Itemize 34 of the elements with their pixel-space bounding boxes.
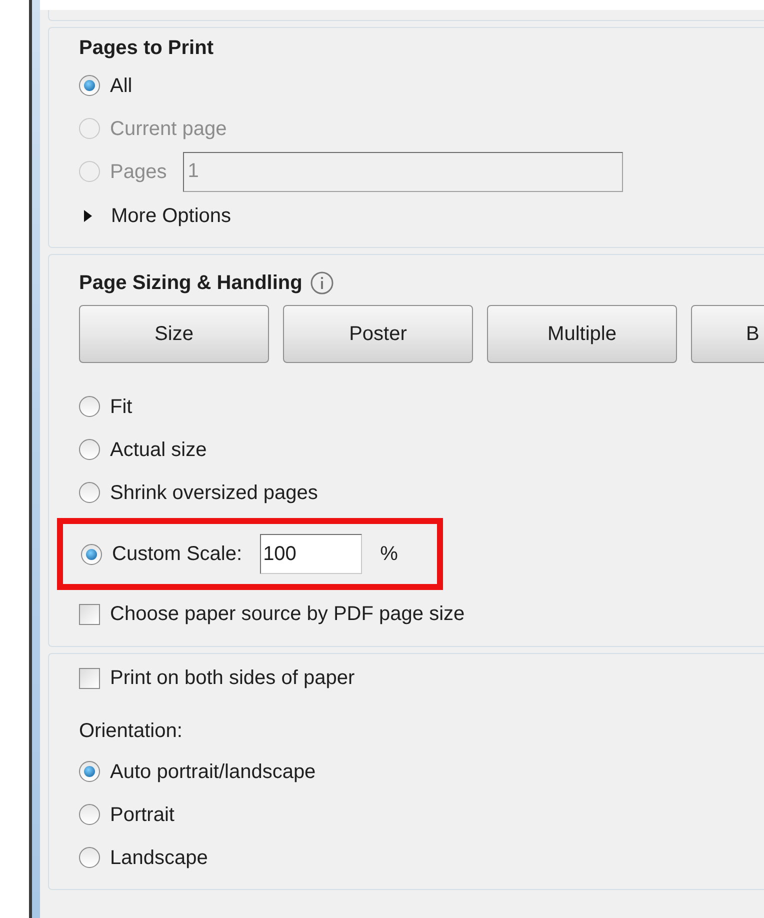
option-label: Auto portrait/landscape (110, 760, 316, 784)
radio-button[interactable] (79, 75, 100, 96)
radio-button[interactable] (81, 544, 102, 564)
tab-button[interactable]: Poster (283, 305, 473, 363)
tab-button[interactable]: Size (79, 305, 269, 363)
option-label: Landscape (110, 846, 208, 870)
radio-button[interactable] (79, 804, 100, 825)
option-label: Custom Scale: (112, 542, 242, 567)
option-label: Print on both sides of paper (110, 666, 355, 691)
unit-label: % (380, 542, 398, 567)
tab-button[interactable]: Multiple (487, 305, 677, 363)
radio-button[interactable] (79, 482, 100, 503)
more-options-link[interactable]: More Options (111, 201, 232, 231)
option-label: Pages (110, 160, 167, 184)
radio-button[interactable] (79, 847, 100, 868)
radio-button[interactable] (79, 396, 100, 417)
option-label: Current page (110, 116, 227, 142)
section-title: Pages to Print (79, 36, 214, 61)
tab-button[interactable]: B (691, 305, 764, 363)
radio-button[interactable] (79, 761, 100, 782)
section-title: Page Sizing & Handling (79, 271, 302, 296)
option-label: Actual size (110, 438, 207, 462)
checkbox[interactable] (79, 668, 100, 688)
option-label: Shrink oversized pages (110, 480, 318, 506)
scale-field[interactable]: 100 (260, 534, 362, 574)
option-label: Portrait (110, 802, 174, 828)
option-label: All (110, 74, 132, 98)
section-title: Orientation: (79, 719, 184, 744)
checkbox[interactable] (79, 604, 100, 624)
option-label: Choose paper source by PDF page size (110, 602, 465, 627)
caret-right-icon[interactable] (83, 209, 93, 223)
option-label: Fit (110, 394, 132, 420)
info-icon[interactable] (310, 271, 334, 295)
radio-button[interactable] (79, 439, 100, 460)
